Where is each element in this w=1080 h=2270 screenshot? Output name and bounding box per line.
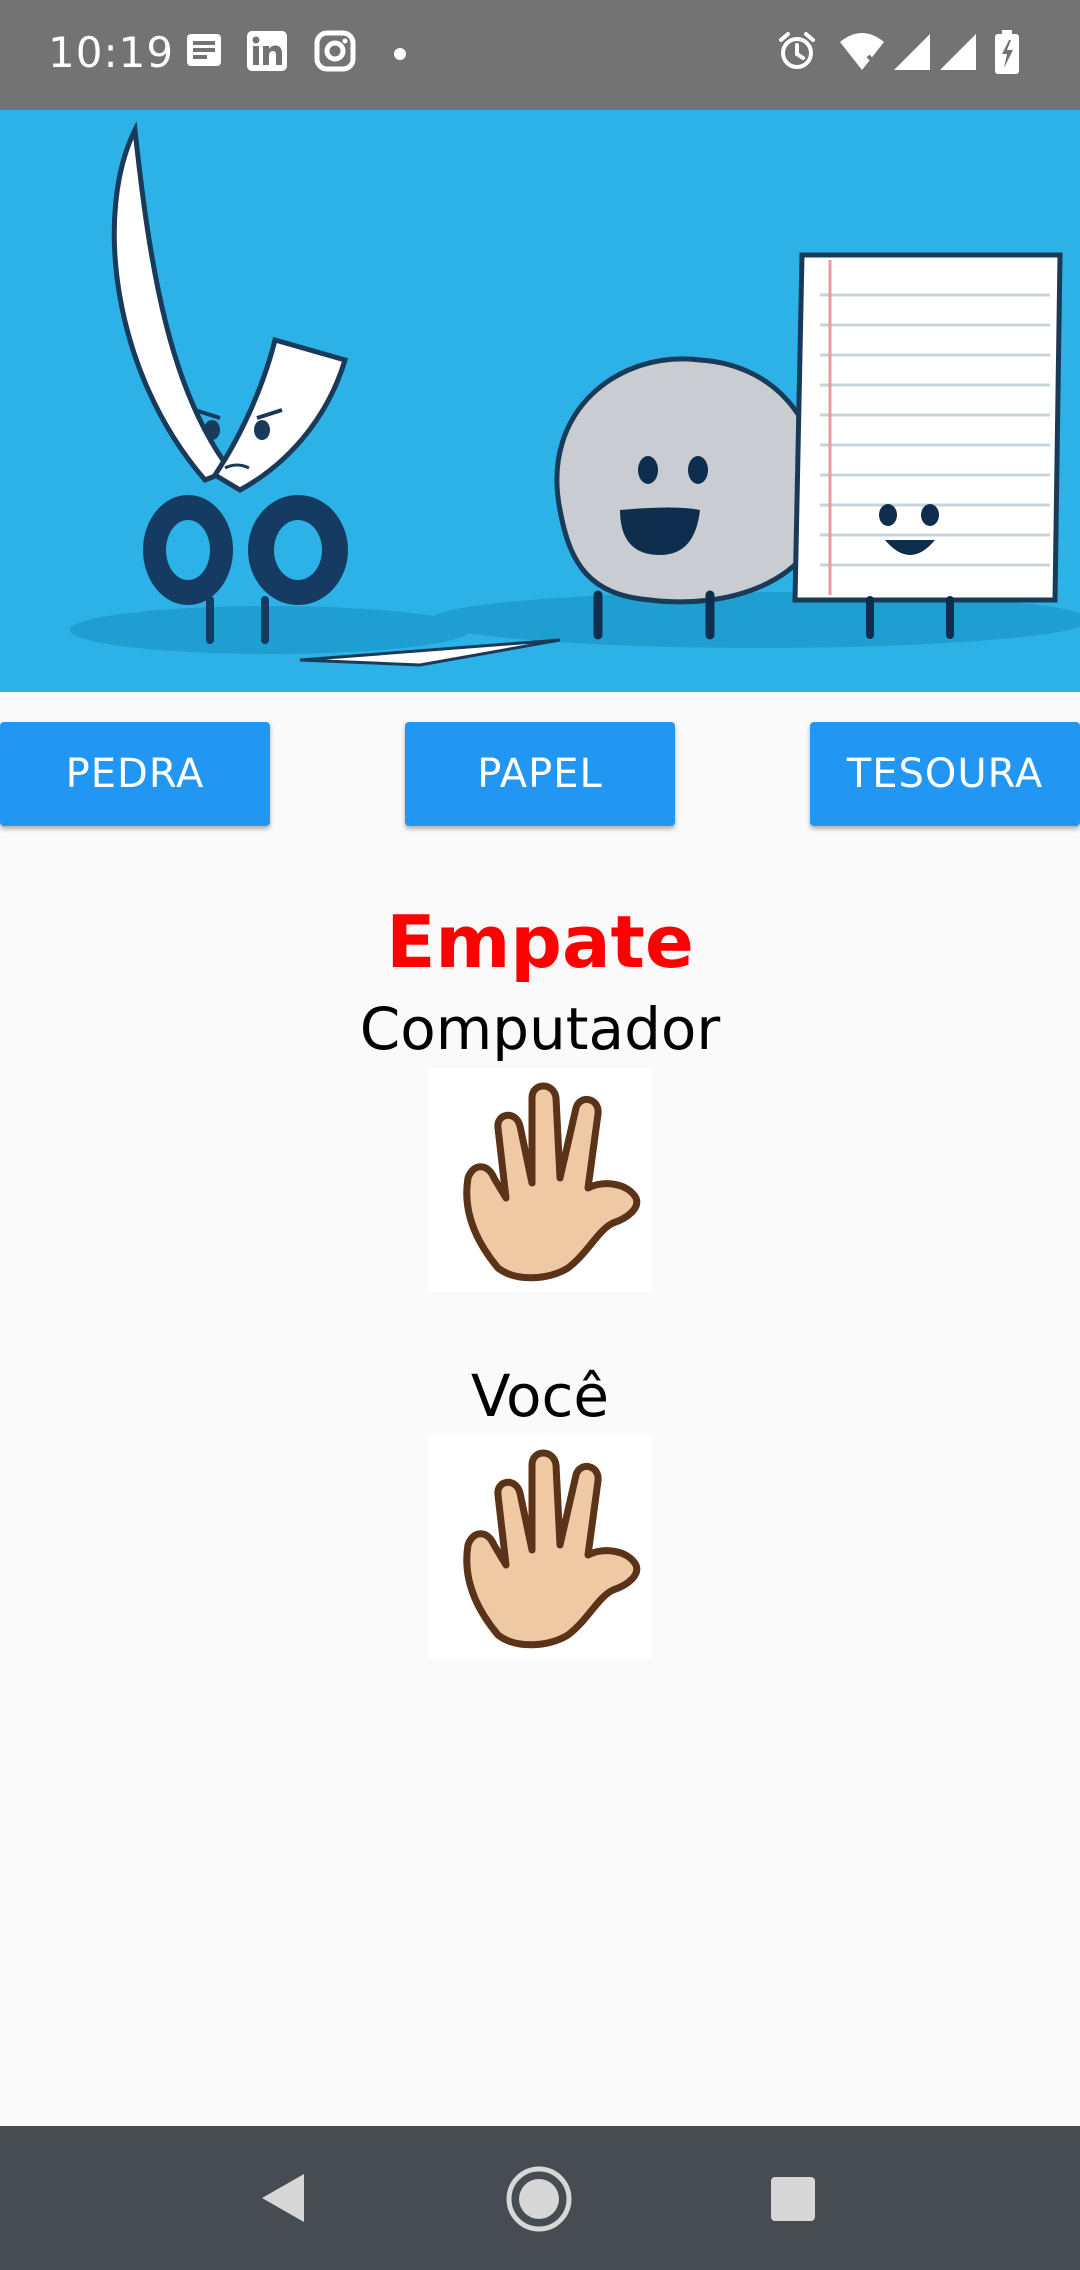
player-choice-image	[428, 1435, 652, 1659]
result-text: Empate	[386, 900, 694, 984]
computer-label: Computador	[359, 995, 721, 1063]
rock-paper-scissors-illustration	[70, 121, 1080, 667]
banner-image	[0, 110, 1080, 692]
signal-icon-2	[940, 34, 976, 70]
alarm-icon	[779, 32, 815, 69]
papel-button[interactable]: PAPEL	[405, 722, 675, 826]
pedra-button[interactable]: PEDRA	[0, 722, 270, 826]
wifi-icon	[840, 33, 884, 70]
tesoura-button[interactable]: TESOURA	[810, 722, 1080, 826]
instagram-icon	[314, 30, 356, 72]
linkedin-icon	[247, 31, 287, 71]
back-icon[interactable]	[258, 2172, 308, 2224]
signal-icon	[894, 34, 930, 70]
paper-hand-icon	[463, 1082, 641, 1282]
paper-hand-icon	[463, 1449, 641, 1649]
navigation-bar	[0, 2126, 1080, 2270]
player-label: Você	[470, 1362, 610, 1430]
recents-icon[interactable]	[770, 2176, 816, 2222]
status-time: 10:19	[48, 28, 175, 77]
computer-choice-image	[428, 1068, 652, 1292]
status-bar: 10:19	[0, 0, 1080, 110]
dot-icon	[394, 48, 406, 60]
battery-icon	[995, 30, 1019, 74]
home-icon[interactable]	[504, 2164, 574, 2234]
notes-icon	[187, 34, 221, 66]
